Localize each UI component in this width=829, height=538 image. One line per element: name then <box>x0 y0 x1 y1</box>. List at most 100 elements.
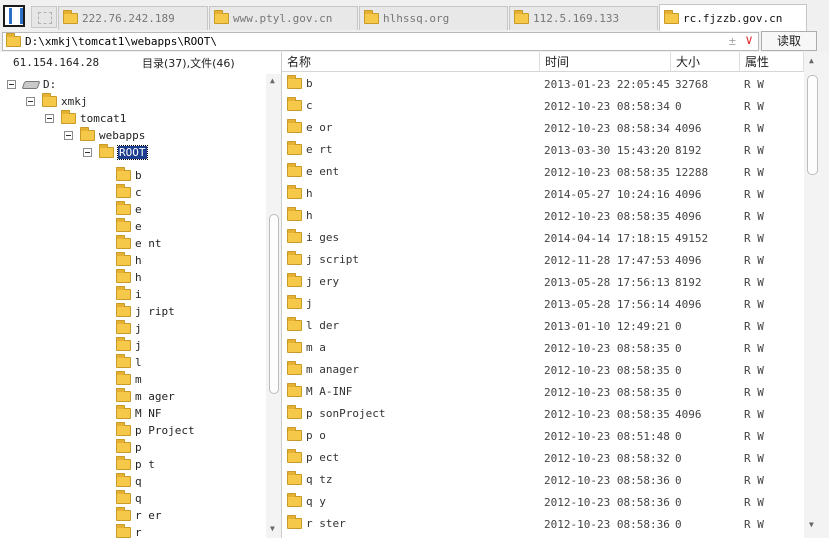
table-row[interactable]: j script 2012-11-28 17:47:53 4096 R W <box>282 250 804 272</box>
table-row[interactable]: i ges 2014-04-14 17:18:15 49152 R W <box>282 228 804 250</box>
tree-node-child[interactable]: q <box>116 490 142 507</box>
tree-node-child[interactable]: q <box>116 473 142 490</box>
tree-node-child[interactable]: c <box>116 184 142 201</box>
table-row[interactable]: m a 2012-10-23 08:58:35 0 R W <box>282 338 804 360</box>
tree-node-child[interactable]: h <box>116 252 142 269</box>
tab-2[interactable]: www.ptyl.gov.cn <box>209 6 358 30</box>
file-name: q tz <box>306 473 333 486</box>
table-row[interactable]: j ery 2013-05-28 17:56:13 8192 R W <box>282 272 804 294</box>
size-cell: 4096 <box>675 188 702 201</box>
tree-node-child[interactable]: p <box>116 439 142 456</box>
chevron-down-icon[interactable]: ∨ <box>745 33 753 48</box>
attr-cell: R W <box>744 320 764 333</box>
tree-node-tomcat1[interactable]: tomcat1 <box>45 110 126 127</box>
collapse-icon[interactable] <box>45 114 54 123</box>
tree-node-child[interactable]: m <box>116 371 142 388</box>
tree-node-child[interactable]: b <box>116 167 142 184</box>
table-row[interactable]: m anager 2012-10-23 08:58:35 0 R W <box>282 360 804 382</box>
folder-icon <box>116 354 131 368</box>
table-row[interactable]: h 2012-10-23 08:58:35 4096 R W <box>282 206 804 228</box>
file-name: h <box>306 209 313 222</box>
tab-3[interactable]: hlhssq.org <box>359 6 508 30</box>
tree-node-child[interactable]: h <box>116 269 142 286</box>
tree-node-child[interactable]: M NF <box>116 405 162 422</box>
left-info-bar: 61.154.164.28 目录(37),文件(46) <box>0 52 281 72</box>
tree-node-child[interactable]: e <box>116 218 142 235</box>
table-row[interactable]: p sonProject 2012-10-23 08:58:35 4096 R W <box>282 404 804 426</box>
collapse-icon[interactable] <box>26 97 35 106</box>
table-row[interactable]: e ent 2012-10-23 08:58:35 12288 R W <box>282 162 804 184</box>
tree-node-root[interactable]: ROOT <box>83 144 148 161</box>
plus-minus-icon[interactable]: ± <box>729 34 736 48</box>
tree-node-child[interactable]: j <box>116 337 142 354</box>
tab-label: 222.76.242.189 <box>82 12 175 25</box>
scroll-up-icon[interactable]: ▲ <box>809 56 814 65</box>
table-row[interactable]: r ster 2012-10-23 08:58:36 0 R W <box>282 514 804 536</box>
attr-cell: R W <box>744 364 764 377</box>
tab-5-active[interactable]: rc.fjzzb.gov.cn <box>659 4 807 32</box>
col-attr[interactable]: 属性 <box>740 52 804 72</box>
name-cell: i ges <box>287 229 339 244</box>
time-cell: 2013-01-10 12:49:21 <box>544 320 670 333</box>
table-row[interactable]: e or 2012-10-23 08:58:34 4096 R W <box>282 118 804 140</box>
tree-node-child[interactable]: m ager <box>116 388 175 405</box>
table-row[interactable]: j 2013-05-28 17:56:14 4096 R W <box>282 294 804 316</box>
name-cell: j script <box>287 251 359 266</box>
tree-node-child[interactable]: r <box>116 524 142 538</box>
scroll-down-icon[interactable]: ▼ <box>809 520 814 529</box>
tree-node-child[interactable]: i <box>116 286 142 303</box>
scroll-thumb[interactable] <box>807 75 818 175</box>
panel-toggle-icon[interactable] <box>3 5 25 27</box>
folder-open-icon <box>80 127 95 141</box>
table-row[interactable]: M A-INF 2012-10-23 08:58:35 0 R W <box>282 382 804 404</box>
collapse-icon[interactable] <box>7 80 16 89</box>
col-size[interactable]: 大小 <box>671 52 740 72</box>
table-row[interactable]: q tz 2012-10-23 08:58:36 0 R W <box>282 470 804 492</box>
tree-node-child[interactable]: p Project <box>116 422 195 439</box>
path-input[interactable]: D:\xmkj\tomcat1\webapps\ROOT\ ± ∨ <box>2 32 759 51</box>
scroll-down-icon[interactable]: ▼ <box>270 524 275 533</box>
table-row[interactable]: b 2013-01-23 22:05:45 32768 R W <box>282 74 804 96</box>
new-tab-icon[interactable] <box>31 6 57 28</box>
tree-node-child[interactable]: p t <box>116 456 155 473</box>
tree-node-child[interactable]: l <box>116 354 142 371</box>
scroll-thumb[interactable] <box>269 214 279 394</box>
col-time[interactable]: 时间 <box>540 52 671 72</box>
table-row[interactable]: h 2014-05-27 10:24:16 4096 R W <box>282 184 804 206</box>
tab-1[interactable]: 222.76.242.189 <box>58 6 208 30</box>
collapse-icon[interactable] <box>83 148 92 157</box>
tree-node-webapps[interactable]: webapps <box>64 127 145 144</box>
collapse-icon[interactable] <box>64 131 73 140</box>
folder-icon <box>287 185 302 199</box>
tree-label: l <box>135 356 142 369</box>
file-name: p ect <box>306 451 340 464</box>
tree-node-child[interactable]: e nt <box>116 235 162 252</box>
table-row[interactable]: p o 2012-10-23 08:51:48 0 R W <box>282 426 804 448</box>
table-row[interactable]: p ect 2012-10-23 08:58:32 0 R W <box>282 448 804 470</box>
tree-node-child[interactable]: j <box>116 320 142 337</box>
read-button[interactable]: 读取 <box>761 31 817 51</box>
list-scrollbar[interactable]: ▲ ▼ <box>804 52 829 538</box>
folder-icon <box>116 473 131 487</box>
folder-icon <box>116 286 131 300</box>
folder-icon <box>116 422 131 436</box>
scroll-up-icon[interactable]: ▲ <box>270 76 275 85</box>
col-name[interactable]: 名称 <box>282 52 540 72</box>
table-row[interactable]: c 2012-10-23 08:58:34 0 R W <box>282 96 804 118</box>
tree-node-child[interactable]: j ript <box>116 303 175 320</box>
tree-node-child[interactable]: r er <box>116 507 162 524</box>
address-row: D:\xmkj\tomcat1\webapps\ROOT\ ± ∨ 读取 <box>0 31 829 52</box>
tree-node-xmkj[interactable]: xmkj <box>26 93 88 110</box>
folder-icon <box>287 471 302 485</box>
table-row[interactable]: l der 2013-01-10 12:49:21 0 R W <box>282 316 804 338</box>
tree-node-drive[interactable]: D: <box>7 76 56 93</box>
table-row[interactable]: q y 2012-10-23 08:58:36 0 R W <box>282 492 804 514</box>
attr-cell: R W <box>744 144 764 157</box>
tree-node-child[interactable]: e <box>116 201 142 218</box>
folder-icon <box>364 10 379 24</box>
tab-4[interactable]: 112.5.169.133 <box>509 6 658 30</box>
name-cell: r ster <box>287 515 346 530</box>
folder-icon <box>287 339 302 353</box>
table-row[interactable]: e rt 2013-03-30 15:43:20 8192 R W <box>282 140 804 162</box>
tree-scrollbar[interactable]: ▲ ▼ <box>266 74 281 538</box>
